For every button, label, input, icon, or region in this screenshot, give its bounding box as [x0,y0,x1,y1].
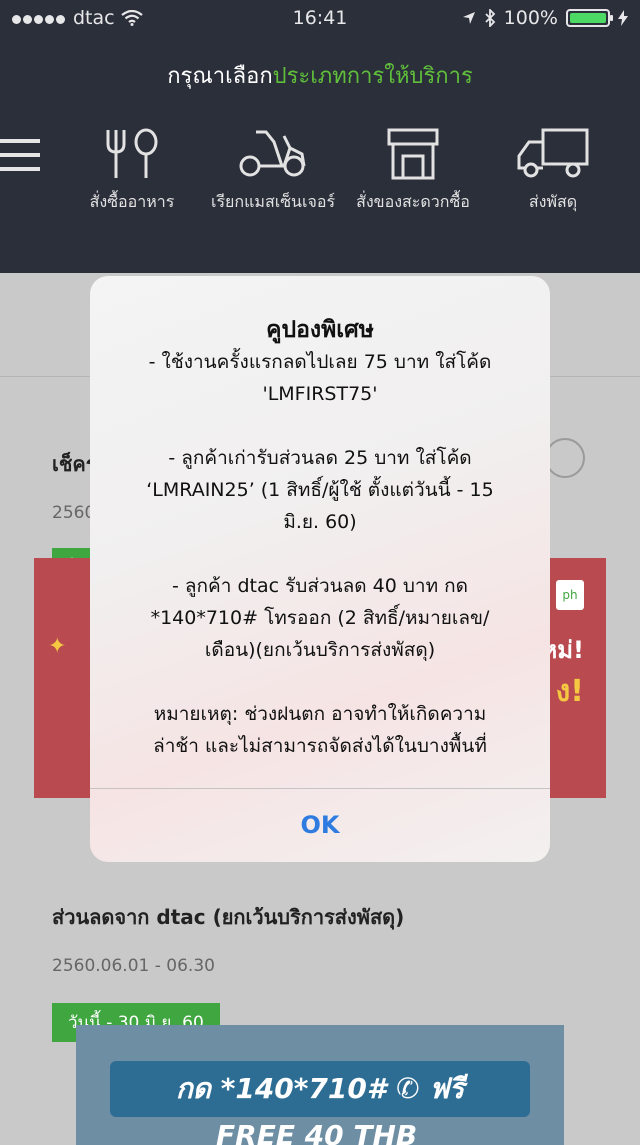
hamburger-menu-icon[interactable] [0,139,40,179]
dialog-message: - ใช้งานครั้งแรกลดไปเลย 75 บาท ใส่โค้ด '… [146,351,494,757]
banner-subheadline: ง! [555,674,584,709]
coupon-dialog: คูปองพิเศษ - ใช้งานครั้งแรกลดไปเลย 75 บา… [90,276,550,862]
status-bar: dtac 16:41 100% [0,0,640,36]
service-messenger-button[interactable]: เรียกแมสเซ็นเจอร์ [198,128,348,215]
service-parcel-label: ส่งพัสดุ [528,192,578,211]
service-store-label: สั่งของสะดวกซื้อ [356,192,470,211]
service-food-label: สั่งซื้ออาหาร [89,192,175,211]
bluetooth-icon [485,9,495,27]
banner-free-text: FREE 40 THB [216,1119,418,1145]
service-messenger-label: เรียกแมสเซ็นเจอร์ [210,192,336,211]
card2-date: 2560.06.01 - 06.30 [52,956,215,976]
scooter-icon [239,130,306,177]
card2-title: ส่วนลดจาก dtac (ยกเว้นบริการส่งพัสดุ) [52,905,405,929]
sparkle-icon: ✦ [48,634,67,659]
card2-banner[interactable]: กด *140*710# ✆ ฟรี FREE 40 THB [76,1025,564,1145]
title-highlight: ประเภทการให้บริการ [272,64,473,89]
banner-ribbon: กด *140*710# ✆ ฟรี [110,1061,530,1117]
chevron-right-icon[interactable] [545,438,585,478]
store-icon [387,128,439,180]
service-food-button[interactable]: สั่งซื้ออาหาร [57,128,207,215]
dialog-title: คูปองพิเศษ [266,317,374,343]
ok-button[interactable]: OK [90,789,550,862]
card1-date: 2560 [52,503,96,523]
fork-spoon-icon [106,128,158,178]
truck-icon [517,128,589,178]
service-parcel-button[interactable]: ส่งพัสดุ [478,128,628,215]
service-store-button[interactable]: สั่งของสะดวกซื้อ [338,128,488,215]
charging-icon [618,10,628,26]
title-prefix: กรุณาเลือก [167,64,273,89]
partner-logo: ph [556,580,584,610]
location-arrow-icon [462,12,475,24]
service-header: กรุณาเลือกประเภทการให้บริการ สั่งซื้ออาห… [0,36,640,273]
battery-icon [566,9,613,27]
page-title: กรุณาเลือกประเภทการให้บริการ [0,58,640,93]
battery-percent: 100% [503,7,558,29]
